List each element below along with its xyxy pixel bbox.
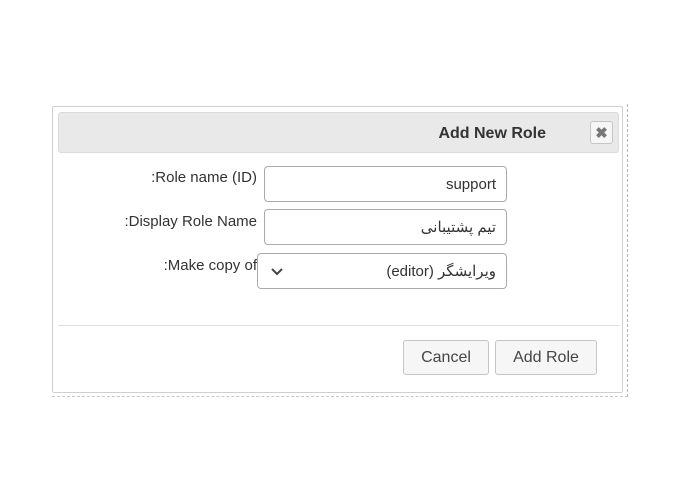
display-role-name-label: :Display Role Name bbox=[124, 213, 257, 230]
display-role-name-input[interactable]: تیم پشتیبانی bbox=[264, 209, 507, 245]
chevron-down-icon bbox=[271, 268, 283, 276]
dialog-titlebar: Add New Role ✖ bbox=[58, 112, 619, 153]
add-role-button[interactable]: Add Role bbox=[495, 340, 597, 375]
make-copy-selected-value: ویرایشگر (editor) bbox=[386, 263, 496, 280]
display-role-name-value: تیم پشتیبانی bbox=[420, 219, 496, 236]
close-x-icon: ✖ bbox=[595, 124, 608, 142]
add-role-dialog: Add New Role ✖ :Role name (ID) support :… bbox=[52, 106, 623, 393]
role-name-label: :Role name (ID) bbox=[151, 169, 257, 186]
footer-divider bbox=[58, 325, 619, 326]
role-name-input[interactable]: support bbox=[264, 166, 507, 202]
cancel-button[interactable]: Cancel bbox=[403, 340, 489, 375]
make-copy-select[interactable]: ویرایشگر (editor) bbox=[257, 253, 507, 289]
role-name-value: support bbox=[445, 175, 496, 193]
make-copy-label: :Make copy of bbox=[163, 257, 257, 274]
dialog-title: Add New Role bbox=[438, 125, 546, 142]
close-button[interactable]: ✖ bbox=[590, 121, 613, 144]
